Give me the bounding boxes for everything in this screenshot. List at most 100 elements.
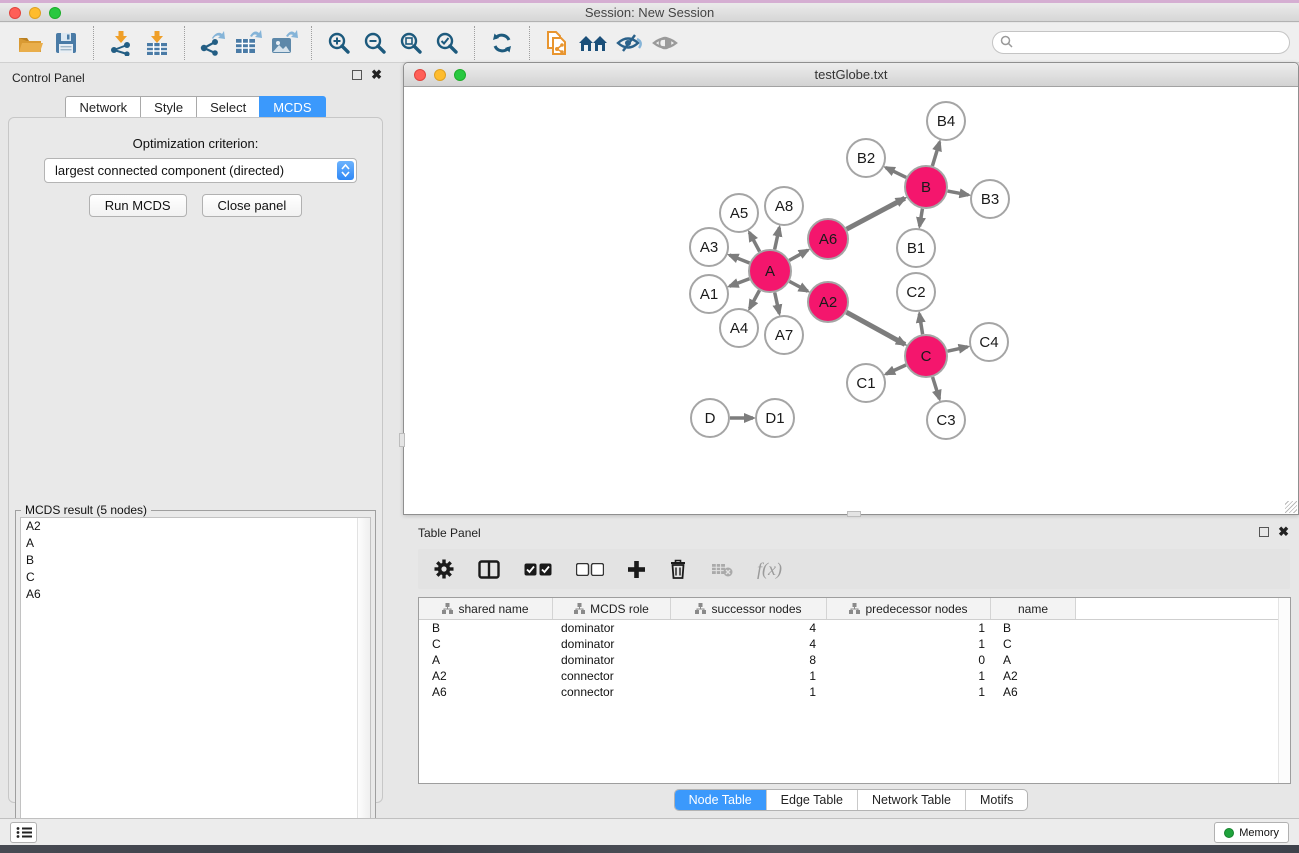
column-header-name[interactable]: name <box>991 598 1076 619</box>
delete-table-button[interactable] <box>711 562 733 577</box>
table-row[interactable]: A6connector11A6 <box>419 684 1290 700</box>
table-cell[interactable]: 0 <box>827 653 991 667</box>
edge-A2-C[interactable] <box>846 312 905 344</box>
edge-B-B1[interactable] <box>920 209 923 227</box>
table-cell[interactable]: 8 <box>671 653 827 667</box>
table-cell[interactable]: dominator <box>553 653 671 667</box>
tab-node-table[interactable]: Node Table <box>675 790 766 810</box>
show-graphics-details-button[interactable] <box>647 27 683 59</box>
table-cell[interactable]: C <box>419 637 553 651</box>
save-session-button[interactable] <box>48 27 84 59</box>
edge-A-A3[interactable] <box>729 255 749 263</box>
first-neighbors-button[interactable] <box>575 27 611 59</box>
export-image-button[interactable] <box>266 27 302 59</box>
table-cell[interactable]: dominator <box>553 621 671 635</box>
tab-network[interactable]: Network <box>65 96 141 119</box>
table-cell[interactable]: 4 <box>671 621 827 635</box>
tab-style[interactable]: Style <box>140 96 197 119</box>
splitter-handle-bottom[interactable] <box>847 511 861 517</box>
splitter-handle-left[interactable] <box>399 433 405 447</box>
table-cell[interactable]: 1 <box>827 637 991 651</box>
edge-C-C3[interactable] <box>933 377 940 399</box>
zoom-in-button[interactable] <box>321 27 357 59</box>
result-item[interactable]: A6 <box>21 586 370 603</box>
table-cell[interactable]: dominator <box>553 637 671 651</box>
search-input[interactable] <box>992 31 1290 54</box>
edge-A6-B[interactable] <box>847 198 905 229</box>
table-cell[interactable]: connector <box>553 685 671 699</box>
import-network-button[interactable] <box>103 27 139 59</box>
zoom-selected-button[interactable] <box>429 27 465 59</box>
result-item[interactable]: A <box>21 535 370 552</box>
network-window-titlebar[interactable]: testGlobe.txt <box>404 63 1298 87</box>
table-row[interactable]: Adominator80A <box>419 652 1290 668</box>
tab-motifs[interactable]: Motifs <box>965 790 1027 810</box>
result-item[interactable]: C <box>21 569 370 586</box>
tab-network-table[interactable]: Network Table <box>857 790 965 810</box>
criterion-dropdown[interactable]: largest connected component (directed) <box>44 158 357 183</box>
float-panel-icon[interactable] <box>352 70 362 80</box>
run-mcds-button[interactable]: Run MCDS <box>89 194 187 217</box>
open-session-button[interactable] <box>12 27 48 59</box>
edge-A-A4[interactable] <box>750 290 760 308</box>
table-cell[interactable]: A2 <box>991 669 1076 683</box>
table-row[interactable]: Bdominator41B <box>419 620 1290 636</box>
result-item[interactable]: B <box>21 552 370 569</box>
table-cell[interactable]: 1 <box>827 669 991 683</box>
task-history-button[interactable] <box>10 822 37 843</box>
table-cell[interactable]: 1 <box>827 621 991 635</box>
hide-graphics-details-button[interactable] <box>611 27 647 59</box>
table-cell[interactable]: A6 <box>991 685 1076 699</box>
column-header-predecessor-nodes[interactable]: predecessor nodes <box>827 598 991 619</box>
table-cell[interactable]: A2 <box>419 669 553 683</box>
show-column-button[interactable] <box>478 560 500 579</box>
table-row[interactable]: Cdominator41C <box>419 636 1290 652</box>
table-cell[interactable]: B <box>991 621 1076 635</box>
table-cell[interactable]: 1 <box>827 685 991 699</box>
edge-B-B2[interactable] <box>886 168 906 178</box>
tab-edge-table[interactable]: Edge Table <box>766 790 857 810</box>
select-all-columns-button[interactable] <box>524 563 552 576</box>
mcds-result-list[interactable]: A2ABCA6 <box>20 517 371 845</box>
edge-A-A6[interactable] <box>789 250 808 260</box>
edge-A-A8[interactable] <box>775 228 780 250</box>
table-cell[interactable]: A <box>419 653 553 667</box>
edge-A-A2[interactable] <box>789 281 807 291</box>
table-row[interactable]: A2connector11A2 <box>419 668 1290 684</box>
edge-B-B4[interactable] <box>932 142 939 166</box>
delete-columns-button[interactable] <box>669 559 687 579</box>
table-cell[interactable]: A <box>991 653 1076 667</box>
list-scrollbar[interactable] <box>357 518 370 844</box>
edge-C-C1[interactable] <box>886 365 906 374</box>
edge-A-A5[interactable] <box>749 232 759 251</box>
table-cell[interactable]: B <box>419 621 553 635</box>
tab-select[interactable]: Select <box>196 96 260 119</box>
export-network-button[interactable] <box>194 27 230 59</box>
edge-C-C4[interactable] <box>947 347 967 351</box>
close-table-panel-icon[interactable]: ✖ <box>1278 527 1289 537</box>
zoom-out-button[interactable] <box>357 27 393 59</box>
close-panel-button[interactable]: Close panel <box>202 194 303 217</box>
import-table-button[interactable] <box>139 27 175 59</box>
table-scrollbar[interactable] <box>1278 598 1290 783</box>
column-header-shared-name[interactable]: shared name <box>419 598 553 619</box>
export-table-button[interactable] <box>230 27 266 59</box>
table-cell[interactable]: 4 <box>671 637 827 651</box>
table-options-button[interactable] <box>434 559 454 579</box>
table-cell[interactable]: C <box>991 637 1076 651</box>
edge-A-A7[interactable] <box>775 292 780 313</box>
table-cell[interactable]: A6 <box>419 685 553 699</box>
result-item[interactable]: A2 <box>21 518 370 535</box>
edge-A-A1[interactable] <box>730 279 750 286</box>
tab-mcds[interactable]: MCDS <box>259 96 325 119</box>
create-column-button[interactable] <box>628 561 645 578</box>
memory-button[interactable]: Memory <box>1214 822 1289 843</box>
table-cell[interactable]: connector <box>553 669 671 683</box>
main-titlebar[interactable]: Session: New Session <box>0 3 1299 22</box>
new-network-from-selection-button[interactable] <box>539 27 575 59</box>
edge-C-C2[interactable] <box>919 314 922 335</box>
resize-grip[interactable] <box>1285 501 1297 513</box>
column-header-successor-nodes[interactable]: successor nodes <box>671 598 827 619</box>
refresh-button[interactable] <box>484 27 520 59</box>
edge-B-B3[interactable] <box>948 191 969 195</box>
